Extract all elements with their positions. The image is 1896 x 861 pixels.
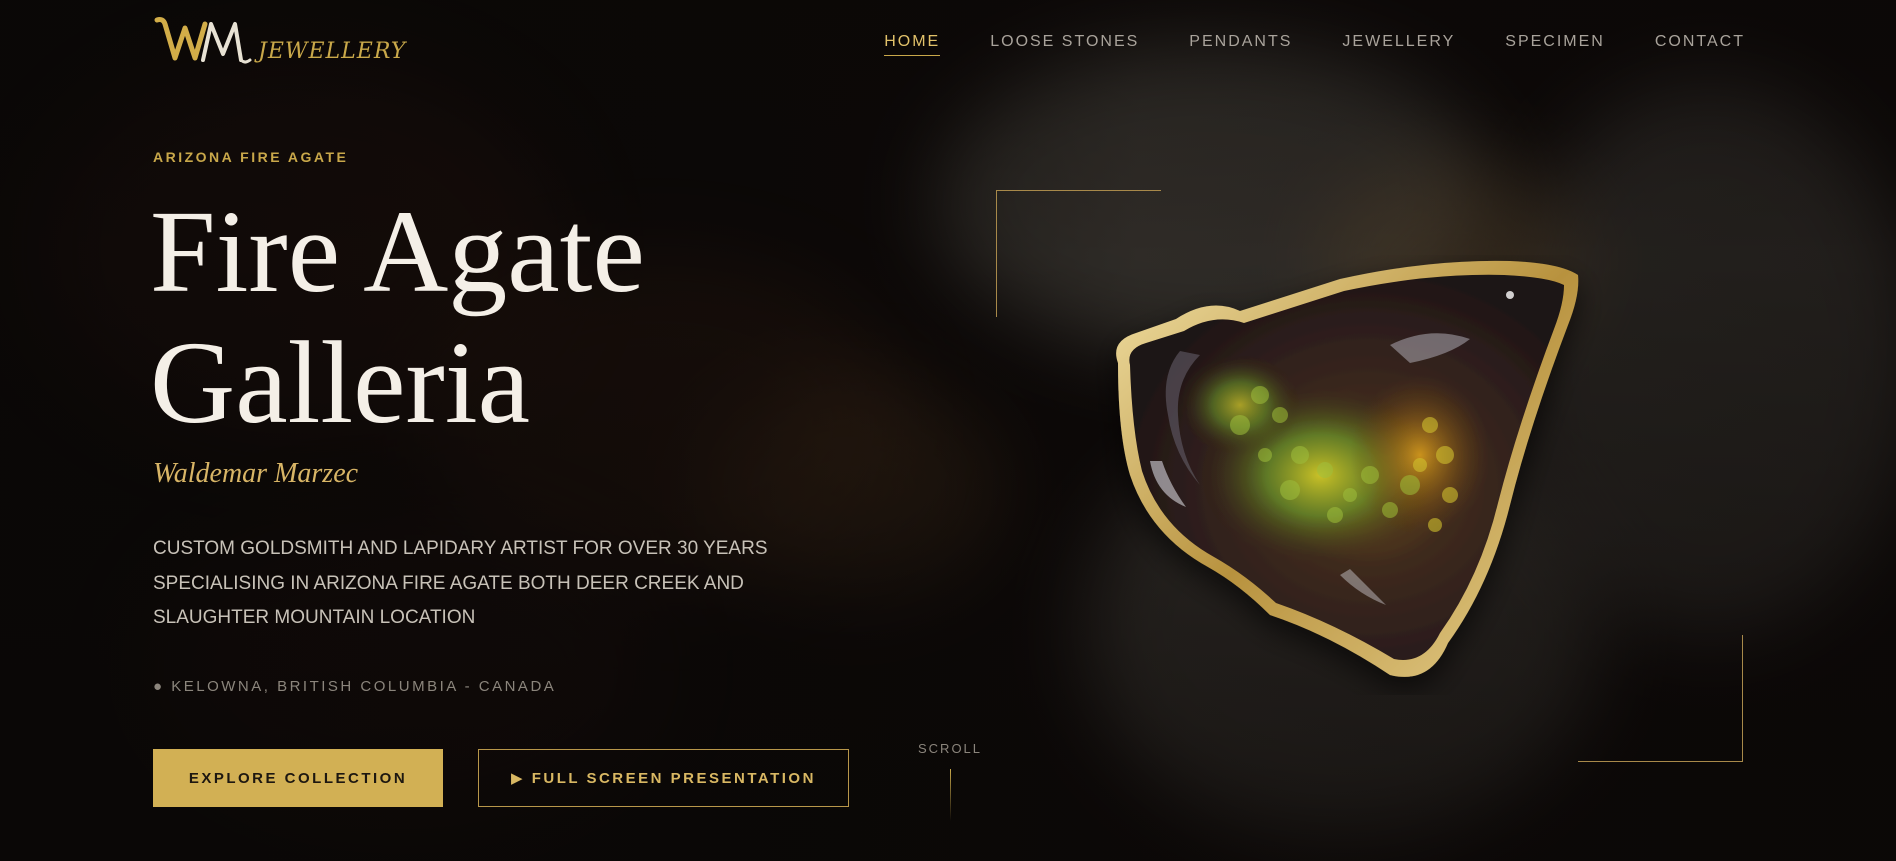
frame-line-left bbox=[996, 190, 997, 317]
main-nav: HOME LOOSE STONES PENDANTS JEWELLERY SPE… bbox=[884, 33, 1745, 56]
hero-title-line2: Galleria bbox=[150, 317, 530, 448]
frame-line-bottom bbox=[1578, 761, 1743, 762]
explore-collection-button[interactable]: EXPLORE COLLECTION bbox=[153, 749, 443, 807]
brand-logo[interactable]: JEWELLERY bbox=[153, 14, 406, 68]
hero-description: CUSTOM GOLDSMITH AND LAPIDARY ARTIST FOR… bbox=[153, 538, 768, 628]
wm-monogram-icon bbox=[154, 17, 252, 64]
frame-line-right bbox=[1742, 635, 1743, 762]
nav-home[interactable]: HOME bbox=[884, 33, 941, 56]
scroll-label: SCROLL bbox=[918, 741, 983, 756]
logo-text: JEWELLERY bbox=[258, 39, 407, 64]
nav-pendants[interactable]: PENDANTS bbox=[1189, 33, 1292, 56]
nav-loose-stones[interactable]: LOOSE STONES bbox=[990, 33, 1139, 56]
hero-eyebrow: ARIZONA FIRE AGATE bbox=[153, 149, 349, 165]
frame-line-top bbox=[996, 190, 1161, 191]
scroll-indicator[interactable] bbox=[950, 769, 951, 821]
nav-specimen[interactable]: SPECIMEN bbox=[1505, 33, 1605, 56]
nav-jewellery[interactable]: JEWELLERY bbox=[1342, 33, 1455, 56]
fire-agate-pendant-image bbox=[1116, 260, 1579, 677]
nav-contact[interactable]: CONTACT bbox=[1655, 33, 1745, 56]
hero-title-line1: Fire Agate bbox=[150, 186, 645, 317]
full-screen-presentation-button[interactable]: ▶ FULL SCREEN PRESENTATION bbox=[478, 749, 849, 807]
author-name: Waldemar Marzec bbox=[153, 458, 359, 489]
location-text: ● KELOWNA, BRITISH COLUMBIA - CANADA bbox=[153, 678, 557, 695]
hero-title: Fire Agate Galleria bbox=[150, 186, 645, 448]
